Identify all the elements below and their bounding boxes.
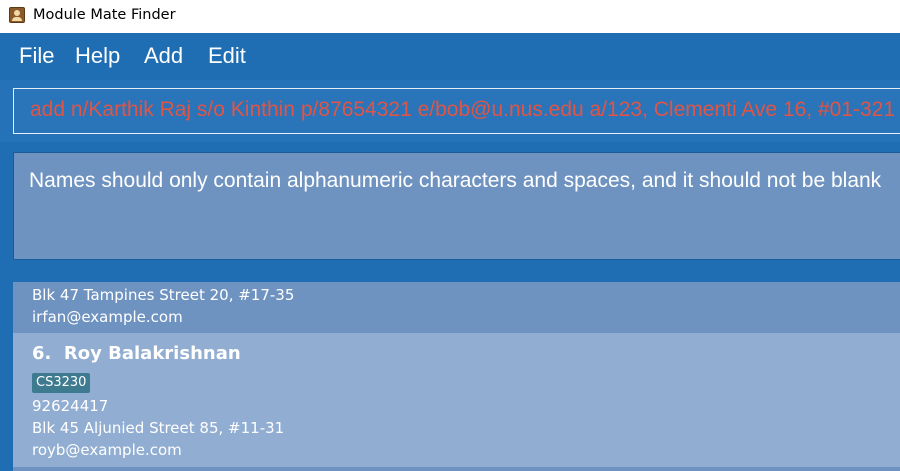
menu-edit[interactable]: Edit bbox=[208, 43, 246, 69]
person-email: irfan@example.com bbox=[32, 308, 183, 326]
module-tag: CS3230 bbox=[32, 373, 91, 393]
person-card[interactable]: Blk 47 Tampines Street 20, #17-35 irfan@… bbox=[13, 282, 900, 333]
person-card-selected[interactable]: 6. Roy Balakrishnan CS3230 92624417 Blk … bbox=[13, 333, 900, 467]
person-list[interactable]: Blk 47 Tampines Street 20, #17-35 irfan@… bbox=[13, 282, 900, 471]
command-input[interactable] bbox=[30, 98, 900, 122]
person-email: royb@example.com bbox=[32, 441, 182, 459]
window-title: Module Mate Finder bbox=[33, 7, 176, 23]
title-bar: Module Mate Finder bbox=[0, 0, 900, 33]
menu-add[interactable]: Add bbox=[144, 43, 183, 69]
person-address: Blk 47 Tampines Street 20, #17-35 bbox=[32, 286, 295, 304]
result-display[interactable]: Names should only contain alphanumeric c… bbox=[13, 152, 900, 260]
person-name: 6. Roy Balakrishnan bbox=[32, 343, 241, 364]
person-card[interactable] bbox=[13, 467, 900, 471]
person-index: 6. bbox=[32, 343, 52, 364]
result-display-area: Names should only contain alphanumeric c… bbox=[0, 144, 900, 266]
menu-help[interactable]: Help bbox=[75, 43, 120, 69]
person-phone: 92624417 bbox=[32, 397, 109, 415]
person-address: Blk 45 Aljunied Street 85, #11-31 bbox=[32, 419, 285, 437]
contact-book-icon bbox=[9, 7, 25, 23]
person-name-text: Roy Balakrishnan bbox=[63, 343, 241, 364]
result-message: Names should only contain alphanumeric c… bbox=[29, 169, 882, 192]
command-box[interactable] bbox=[13, 88, 900, 134]
command-box-area bbox=[0, 80, 900, 142]
person-list-area: Blk 47 Tampines Street 20, #17-35 irfan@… bbox=[0, 270, 900, 471]
menu-file[interactable]: File bbox=[19, 43, 54, 69]
menu-bar: File Help Add Edit bbox=[0, 34, 900, 78]
